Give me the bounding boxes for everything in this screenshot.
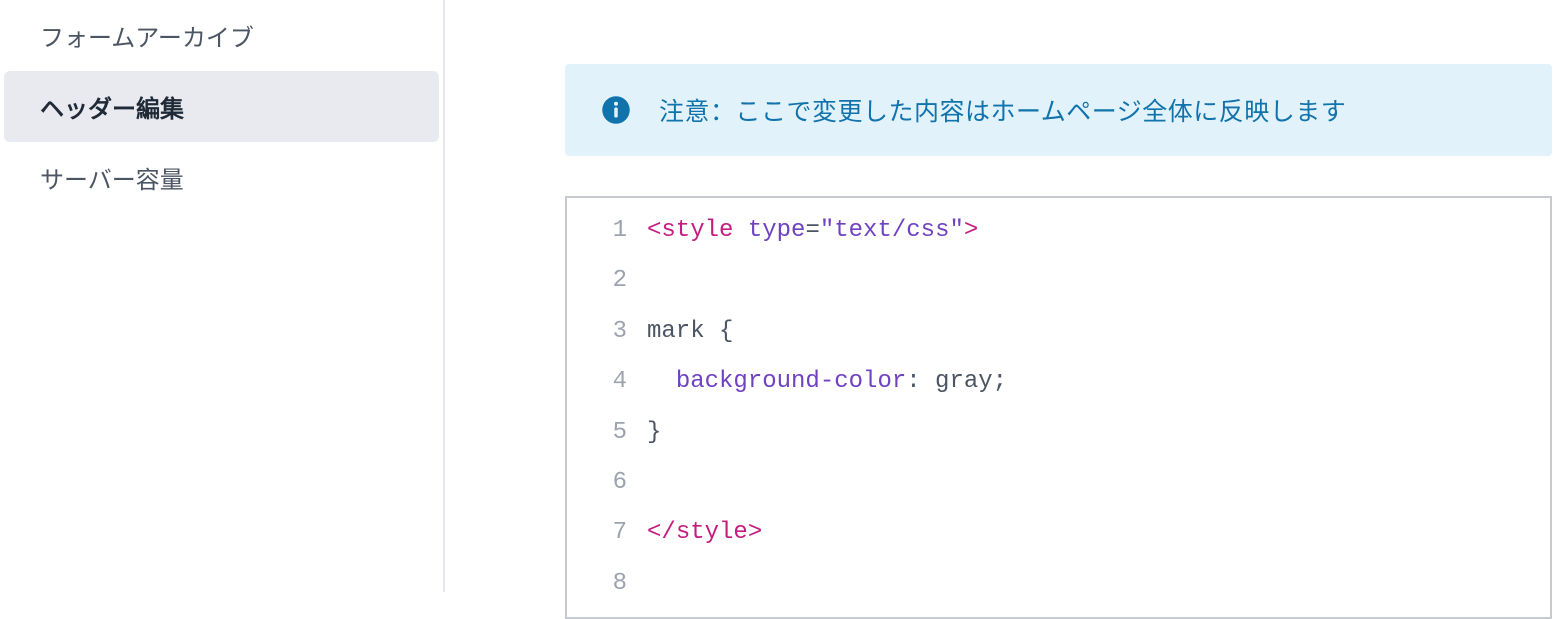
code-line[interactable]: 3mark { <box>567 307 1550 357</box>
line-content[interactable]: mark { <box>647 307 1550 357</box>
line-number: 3 <box>567 307 647 357</box>
sidebar-item-server-capacity[interactable]: サーバー容量 <box>4 142 439 213</box>
line-content[interactable] <box>647 256 1550 306</box>
sidebar-item-label: サーバー容量 <box>40 167 184 194</box>
sidebar-item-label: フォームアーカイブ <box>40 25 254 52</box>
line-number: 7 <box>567 508 647 558</box>
line-number: 6 <box>567 458 647 508</box>
info-icon <box>601 95 631 125</box>
line-content[interactable]: </style> <box>647 508 1550 558</box>
code-line[interactable]: 7</style> <box>567 508 1550 558</box>
line-number: 4 <box>567 357 647 407</box>
line-content[interactable]: <style type="text/css"> <box>647 206 1550 256</box>
line-number: 2 <box>567 256 647 306</box>
sidebar: フォームアーカイブ ヘッダー編集 サーバー容量 <box>0 0 445 592</box>
sidebar-item-header-edit[interactable]: ヘッダー編集 <box>4 71 439 142</box>
line-content[interactable]: background-color: gray; <box>647 357 1550 407</box>
code-editor[interactable]: 1<style type="text/css">23mark {4 backgr… <box>565 196 1552 619</box>
line-content[interactable]: } <box>647 408 1550 458</box>
main-content: 注意：ここで変更した内容はホームページ全体に反映します 1<style type… <box>445 0 1562 592</box>
alert-text: 注意：ここで変更した内容はホームページ全体に反映します <box>659 92 1346 128</box>
code-line[interactable]: 8 <box>567 559 1550 609</box>
alert-info: 注意：ここで変更した内容はホームページ全体に反映します <box>565 64 1552 156</box>
code-line[interactable]: 4 background-color: gray; <box>567 357 1550 407</box>
line-number: 8 <box>567 559 647 609</box>
sidebar-item-label: ヘッダー編集 <box>40 96 184 123</box>
code-line[interactable]: 5} <box>567 408 1550 458</box>
code-line[interactable]: 2 <box>567 256 1550 306</box>
line-content[interactable] <box>647 559 1550 609</box>
line-number: 1 <box>567 206 647 256</box>
line-number: 5 <box>567 408 647 458</box>
code-line[interactable]: 6 <box>567 458 1550 508</box>
code-line[interactable]: 1<style type="text/css"> <box>567 206 1550 256</box>
sidebar-item-form-archive[interactable]: フォームアーカイブ <box>4 0 439 71</box>
line-content[interactable] <box>647 458 1550 508</box>
